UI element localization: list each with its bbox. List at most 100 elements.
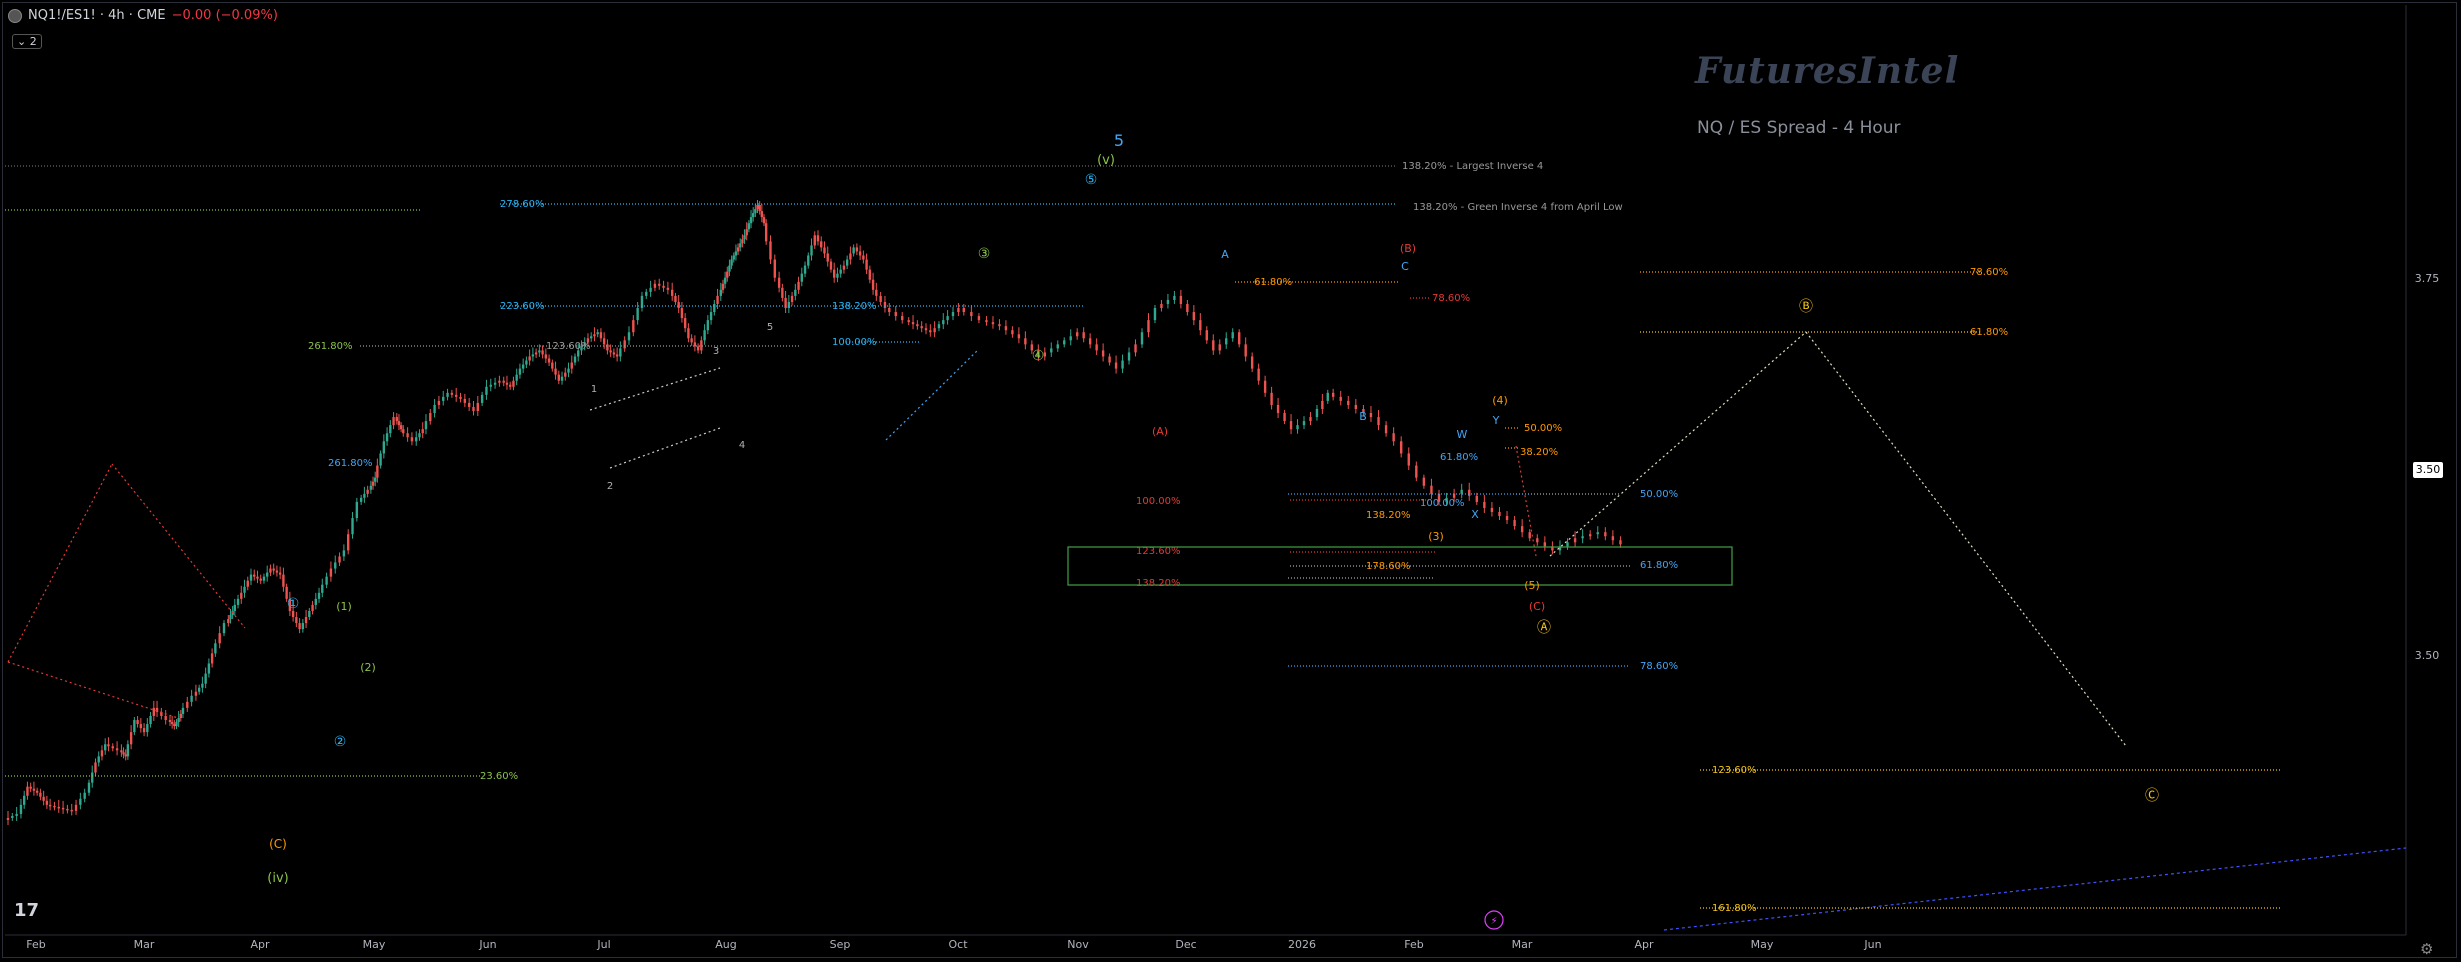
fib-label: 78.60% xyxy=(1640,661,1678,672)
candle-body xyxy=(777,277,781,288)
candle-body xyxy=(374,477,377,482)
candle-body xyxy=(723,277,727,284)
x-tick-label: May xyxy=(363,938,386,951)
candle-body xyxy=(826,253,829,262)
candle-body xyxy=(736,247,740,252)
wave-label: 3 xyxy=(713,346,719,357)
candle-body xyxy=(363,493,366,498)
candle-body xyxy=(170,722,174,725)
fib-label: 50.00% xyxy=(1524,423,1562,434)
candle-body xyxy=(845,259,849,266)
candle-body xyxy=(810,245,813,256)
candle-body xyxy=(781,287,784,298)
candle-body xyxy=(61,807,65,810)
chart-canvas[interactable]: Feb Mar Apr May Jun Jul Aug Sep Oct Nov Dec 2026 Feb… xyxy=(0,0,2461,962)
wedge-line-lower xyxy=(7,661,179,719)
x-tick-label: Feb xyxy=(26,938,45,951)
candle-body xyxy=(754,209,757,214)
candle-body xyxy=(901,316,904,321)
candle-body xyxy=(1415,465,1418,478)
candle-body xyxy=(683,318,687,329)
candle-body xyxy=(201,683,204,688)
wave-label: Y xyxy=(1492,414,1500,427)
candle-body xyxy=(924,328,928,331)
candle-body xyxy=(1192,312,1196,321)
candle-body xyxy=(204,673,207,684)
wave-label: W xyxy=(1457,428,1468,441)
candle-body xyxy=(1231,332,1234,339)
fib-label: 161.80% xyxy=(1712,903,1757,914)
candle-body xyxy=(1589,534,1592,537)
candle-body xyxy=(1244,344,1247,357)
candle-body xyxy=(658,283,661,286)
candle-body xyxy=(433,404,436,414)
candle-body xyxy=(1475,495,1478,502)
x-tick-label: Jul xyxy=(596,938,610,951)
candle-body xyxy=(645,291,648,296)
candle-body xyxy=(133,720,136,733)
candle-body xyxy=(823,247,826,254)
wave-label: ① xyxy=(287,596,300,612)
candle-body xyxy=(839,269,842,274)
candle-body xyxy=(1186,303,1189,313)
wedge-line-upper xyxy=(7,463,113,663)
candle-body xyxy=(1309,417,1312,422)
indicator-collapse-button[interactable]: ⌄ 2 xyxy=(12,34,42,49)
candle-body xyxy=(304,617,308,624)
candle-body xyxy=(760,211,764,218)
candle-body xyxy=(721,283,725,290)
candle-body xyxy=(693,342,697,347)
x-tick-label: 2026 xyxy=(1288,938,1316,951)
candle-body xyxy=(769,241,772,260)
wave-label: 2 xyxy=(607,481,613,492)
candle-body xyxy=(1354,404,1358,409)
candle-body xyxy=(1460,489,1463,494)
candle-body xyxy=(317,592,321,599)
tradingview-logo-icon[interactable]: 17 xyxy=(14,900,39,921)
candle-body xyxy=(233,604,236,611)
candle-body xyxy=(1505,516,1509,521)
symbol-header[interactable]: NQ1!/ES1! · 4h · CME −0.00 (−0.09%) xyxy=(8,8,278,23)
candle-body xyxy=(1296,425,1299,430)
candle-body xyxy=(152,707,155,716)
candle-body xyxy=(730,259,733,266)
candle-body xyxy=(998,324,1001,327)
candle-body xyxy=(962,308,965,313)
candle-body xyxy=(564,372,567,377)
candle-body xyxy=(732,255,735,260)
candle-body xyxy=(1212,340,1215,351)
candle-body xyxy=(397,421,401,426)
candle-body xyxy=(256,576,259,579)
x-tick-label: Feb xyxy=(1404,938,1423,951)
candle-body xyxy=(382,441,386,454)
candle-body xyxy=(1619,540,1622,545)
fib-label: 123.60% xyxy=(546,341,591,352)
candle-body xyxy=(1225,338,1228,345)
candle-body xyxy=(272,568,275,571)
candle-body xyxy=(1430,485,1433,494)
candle-body xyxy=(164,715,167,721)
wave-label: (B) xyxy=(1400,242,1416,255)
wave-label: B xyxy=(1359,410,1367,423)
fib-label: 278.60% xyxy=(500,199,545,210)
candle-body xyxy=(1095,344,1098,351)
candle-body xyxy=(210,653,214,664)
candle-body xyxy=(800,273,803,282)
x-tick-label: Aug xyxy=(715,938,736,951)
candle-body xyxy=(636,308,639,321)
gear-icon[interactable]: ⚙ xyxy=(2420,940,2433,958)
candle-body xyxy=(602,338,606,345)
wave-label: (C) xyxy=(269,837,287,851)
wave-label: (4) xyxy=(1492,394,1508,407)
symbol-title[interactable]: NQ1!/ES1! · 4h · CME xyxy=(28,8,166,23)
fib-label: 23.60% xyxy=(480,771,518,782)
fib-label: 100.00% xyxy=(1420,498,1465,509)
candle-body xyxy=(977,316,981,321)
x-tick-label: Nov xyxy=(1067,938,1089,951)
candle-body xyxy=(442,396,445,401)
candle-body xyxy=(547,358,551,363)
candle-body xyxy=(706,320,710,331)
candle-body xyxy=(19,804,23,814)
wave-label: (2) xyxy=(360,661,376,674)
candle-body xyxy=(1392,433,1395,442)
